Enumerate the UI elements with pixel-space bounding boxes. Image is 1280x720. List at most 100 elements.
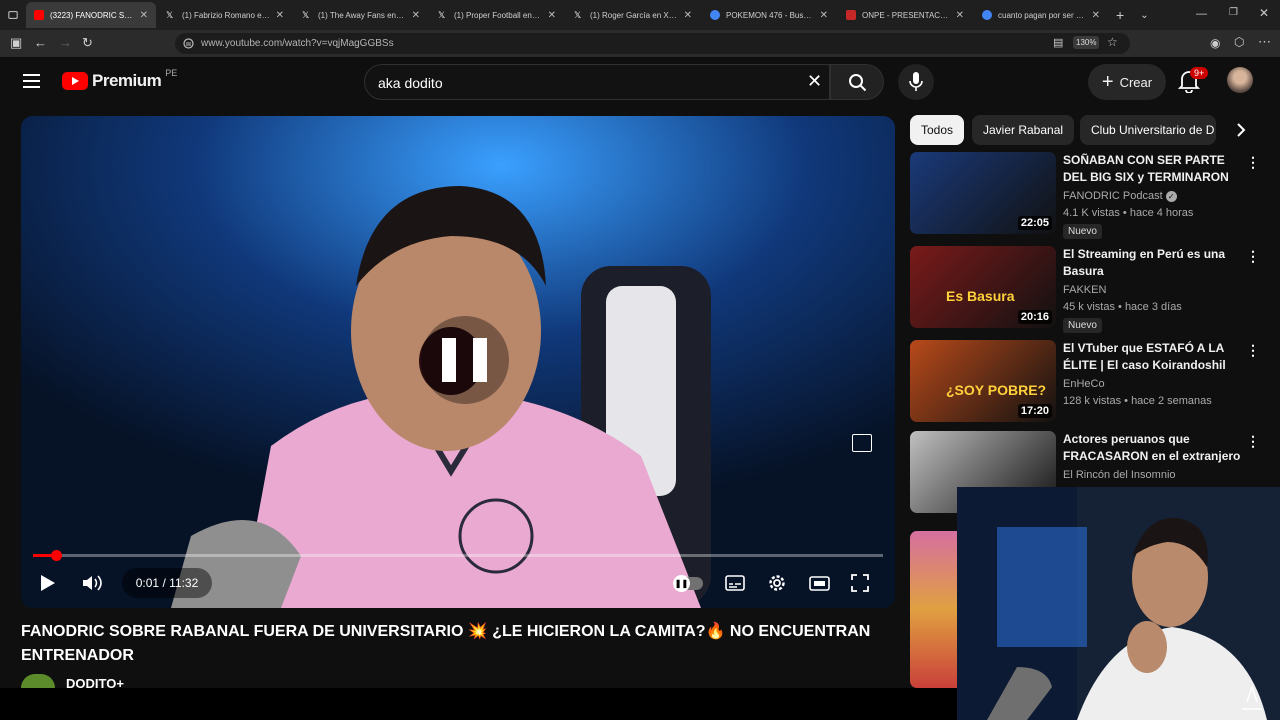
close-tab-icon[interactable]: ✕ [1092,10,1100,21]
channel-name[interactable]: FANODRIC Podcast ✓ [1063,190,1177,202]
close-tab-icon[interactable]: ✕ [140,10,148,21]
volume-button[interactable] [76,568,110,598]
search-button[interactable] [830,64,884,100]
play-button[interactable] [31,568,65,598]
search-icon [849,74,867,92]
tab-label: (1) Proper Football en X: "La [454,10,542,20]
browser-tab[interactable]: cuanto pagan por ser miem ✕ [974,2,1108,28]
video-title: FANODRIC SOBRE RABANAL FUERA DE UNIVERSI… [21,623,871,664]
youtube-logo[interactable]: Premium PE [62,68,177,91]
address-bar[interactable]: www.youtube.com/watch?v=vqjMagGGBSs ▤ 13… [175,33,1130,54]
recommended-video[interactable]: Es Basura 20:16 El Streaming en Perú es un… [910,246,1260,333]
scrubber-handle[interactable] [50,550,62,561]
back-button[interactable]: ← [34,35,47,50]
close-tab-icon[interactable]: ✕ [956,10,964,21]
x-favicon-icon: 𝕏 [438,10,446,20]
favorite-star-icon[interactable]: ☆ [1107,35,1118,49]
video-thumbnail[interactable]: 22:05 [910,152,1056,234]
zoom-level[interactable]: 130% [1073,36,1100,49]
theater-icon [808,575,830,591]
browser-tab[interactable]: ONPE - PRESENTACIÓN DE ✕ [838,2,972,28]
fullscreen-icon [851,574,869,592]
video-duration: 20:16 [1017,310,1052,324]
onpe-favicon-icon [846,10,856,20]
forward-button[interactable]: → [59,35,72,50]
settings-button[interactable] [760,568,794,598]
browser-tab[interactable]: 𝕏 (1) Proper Football en X: "La ✕ [430,2,564,28]
search-input[interactable]: aka dodito ✕ [364,64,830,100]
video-meta: 4.1 K vistas • hace 4 horas [1063,207,1194,219]
video-thumbnail[interactable]: Es Basura 20:16 [910,246,1056,328]
minimize-button[interactable]: — [1196,8,1207,20]
browser-tab[interactable]: POKEMON 476 - Buscar con ✕ [702,2,836,28]
close-tab-icon[interactable]: ✕ [684,10,692,21]
volume-icon [83,575,102,591]
maximize-button[interactable]: ❐ [1229,7,1238,18]
autoplay-toggle[interactable]: ❚❚ [671,568,705,598]
thumbnail-text: ¿SOY POBRE? [946,382,1047,398]
video-thumbnail[interactable]: ¿SOY POBRE? 17:20 [910,340,1056,422]
video-title-link[interactable]: El VTuber que ESTAFÓ A LA ÉLITE | El cas… [1063,340,1245,374]
menu-icon[interactable] [23,73,40,89]
youtube-play-logo-icon [62,72,88,90]
close-tab-icon[interactable]: ✕ [820,10,828,21]
clear-search-icon[interactable]: ✕ [807,71,822,92]
url-text: www.youtube.com/watch?v=vqjMagGGBSs [201,38,394,49]
video-title-link[interactable]: SOÑABAN CON SER PARTE DEL BIG SIX y TERM… [1063,152,1245,186]
x-favicon-icon: 𝕏 [574,10,582,20]
tab-label: POKEMON 476 - Buscar con [726,10,814,20]
video-player[interactable]: 0:01 / 11:32 ❚❚ [21,116,895,608]
youtube-favicon-icon [34,10,44,20]
site-info-icon[interactable] [183,38,194,49]
chips-next-button[interactable] [1226,115,1256,145]
video-meta: 45 k vistas • hace 3 días [1063,301,1182,313]
browser-tab[interactable]: (3223) FANODRIC SOB ✕ [26,2,156,28]
browser-tab[interactable]: 𝕏 (1) Roger García en X: "Hello ✕ [566,2,700,28]
notifications-button[interactable]: 9+ [1177,67,1209,98]
chip-all[interactable]: Todos [910,115,965,145]
browser-tab-bar: (3223) FANODRIC SOB ✕ 𝕏 (1) Fabrizio Romano… [0,0,1280,30]
video-title-link[interactable]: Actores peruanos que FRACASARON en el ex… [1063,431,1245,465]
channel-name[interactable]: FAKKEN [1063,284,1106,296]
more-options-icon[interactable]: ⋮ [1246,248,1260,265]
browser-tab[interactable]: 𝕏 (1) Fabrizio Romano en X: " ✕ [158,2,292,28]
close-tab-icon[interactable]: ✕ [412,10,420,21]
fullscreen-button[interactable] [843,568,877,598]
reload-button[interactable]: ↻ [82,35,93,51]
video-title-link[interactable]: El Streaming en Perú es una Basura [1063,246,1245,280]
avatar[interactable] [1227,67,1253,93]
recommended-video[interactable]: ¿SOY POBRE? 17:20 El VTuber que ESTAFÓ A L… [910,340,1260,424]
close-tab-icon[interactable]: ✕ [276,10,284,21]
notification-count-badge: 9+ [1190,67,1209,79]
browser-tab[interactable]: 𝕏 (1) The Away Fans en X: "Le ✕ [294,2,428,28]
new-badge: Nuevo [1063,224,1102,239]
chip-javier-rabanal[interactable]: Javier Rabanal [972,115,1075,145]
create-button[interactable]: + Crear [1088,64,1166,100]
chip-club-universitario[interactable]: Club Universitario de D [1080,115,1216,145]
close-window-button[interactable]: ✕ [1259,6,1269,20]
partial-thumbnail[interactable] [910,531,957,688]
more-options-icon[interactable]: ⋮ [1246,342,1260,359]
close-tab-icon[interactable]: ✕ [548,10,556,21]
reader-mode-icon[interactable]: ▤ [1053,36,1063,49]
profile-icon[interactable]: ◉ [1210,36,1220,50]
workspaces-icon[interactable]: ▣ [10,35,22,51]
more-options-icon[interactable]: ⋮ [1246,433,1260,450]
voice-search-button[interactable] [898,64,934,100]
recommended-video[interactable]: 22:05 SOÑABAN CON SER PARTE DEL BIG SIX y… [910,152,1260,239]
theater-mode-button[interactable] [802,568,836,598]
extensions-icon[interactable]: ⬡ [1234,35,1244,49]
subtitles-button[interactable] [718,568,752,598]
time-display: 0:01 / 11:32 [122,568,212,598]
tab-search-chevron-icon[interactable]: ⌄ [1132,2,1156,28]
miniplayer-toggle-icon[interactable] [852,434,872,452]
more-options-icon[interactable]: ⋮ [1246,154,1260,171]
new-tab-button[interactable]: + [1108,2,1132,28]
tab-label: (3223) FANODRIC SOB [50,10,134,20]
browser-menu-icon[interactable]: ⋯ [1258,34,1271,50]
channel-avatar[interactable] [21,674,55,688]
channel-name[interactable]: EnHeCo [1063,378,1105,390]
progress-bar[interactable] [33,550,883,561]
channel-name[interactable]: El Rincón del Insomnio [1063,469,1176,481]
tab-list-icon[interactable] [0,2,26,28]
